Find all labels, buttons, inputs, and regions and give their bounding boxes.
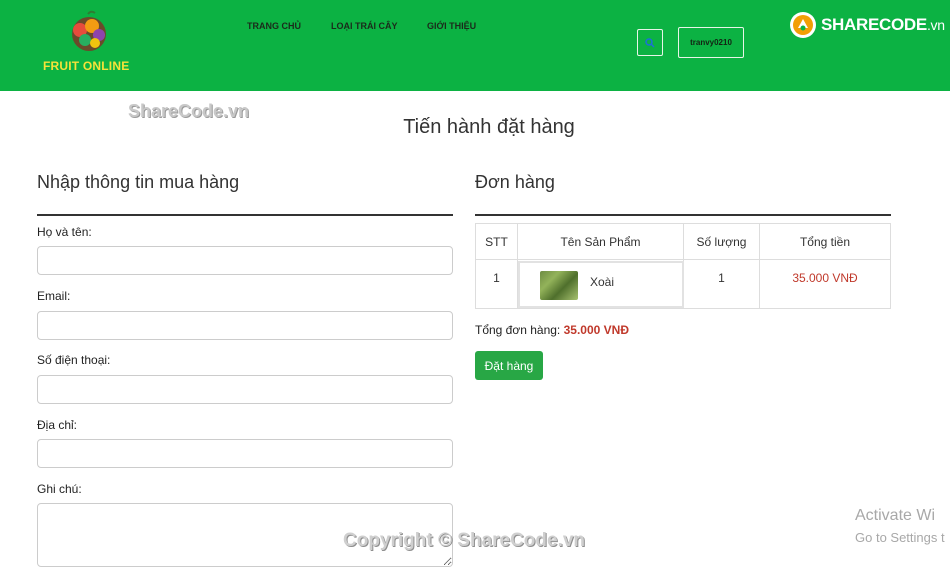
form-title: Nhập thông tin mua hàng [37, 172, 240, 192]
header-quantity: Số lượng [696, 234, 747, 249]
product-image [540, 271, 578, 300]
fullname-input[interactable] [37, 246, 453, 275]
watermark-bottom: Copyright © ShareCode.vn [343, 530, 586, 551]
logo-text: FRUIT ONLINE [43, 59, 130, 73]
fruit-basket-icon [72, 10, 106, 51]
site-logo[interactable]: FRUIT ONLINE [40, 6, 140, 76]
fullname-label: Họ và tên: [37, 225, 92, 239]
product-cell: Xoài [518, 261, 684, 308]
order-table: STT Tên Sản Phẩm Số lượng Tổng tiền 1 Xo… [475, 223, 891, 309]
activate-windows-subtitle: Go to Settings t [855, 530, 945, 545]
place-order-button[interactable]: Đặt hàng [475, 351, 543, 380]
order-title: Đơn hàng [475, 172, 555, 192]
phone-label: Số điện thoại: [37, 353, 111, 367]
nav-about[interactable]: GIỚI THIỆU [427, 21, 476, 31]
site-header: FRUIT ONLINE TRANG CHỦ LOẠI TRÁI CÂY GIỚ… [0, 0, 950, 91]
page-title: Tiến hành đặt hàng [403, 116, 575, 138]
order-divider [475, 214, 891, 216]
activate-windows-title: Activate Wi [855, 507, 936, 524]
search-icon [645, 37, 655, 48]
row-total: 35.000 VNĐ [792, 271, 858, 285]
header-stt: STT [485, 234, 508, 249]
address-input[interactable] [37, 439, 453, 468]
form-divider [37, 214, 453, 216]
email-label: Email: [37, 289, 71, 303]
phone-input[interactable] [37, 375, 453, 404]
sharecode-code: CODE [879, 15, 927, 34]
nav-home[interactable]: TRANG CHỦ [247, 21, 301, 31]
sharecode-vn: .vn [926, 17, 945, 33]
user-account-button[interactable]: tranvy0210 [678, 27, 744, 58]
row-quantity: 1 [718, 271, 725, 285]
note-label: Ghi chú: [37, 482, 82, 496]
email-input[interactable] [37, 311, 453, 340]
header-total: Tổng tiền [799, 234, 851, 249]
row-stt: 1 [493, 271, 500, 285]
sharecode-share: SHARE [821, 15, 880, 34]
order-total-value: 35.000 VNĐ [563, 323, 629, 337]
nav-fruit-types[interactable]: LOẠI TRÁI CÂY [331, 21, 398, 31]
address-label: Địa chỉ: [37, 418, 78, 432]
sharecode-emblem-icon [790, 12, 816, 38]
product-name: Xoài [590, 275, 615, 289]
header-product: Tên Sản Phẩm [560, 234, 641, 249]
order-total-label: Tổng đơn hàng: [475, 323, 561, 337]
order-total: Tổng đơn hàng: 35.000 VNĐ [475, 323, 629, 337]
search-button[interactable] [637, 29, 663, 56]
sharecode-logo: SHARECODE.vn [789, 11, 945, 39]
